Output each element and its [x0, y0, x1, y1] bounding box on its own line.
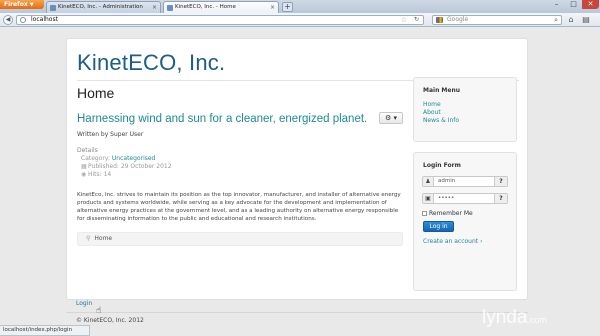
new-tab-button[interactable]: +: [282, 2, 293, 12]
details-hits: ◉ Hits: 14: [81, 171, 111, 178]
hits-text: Hits: 14: [88, 171, 112, 178]
watermark-suffix: .com: [527, 315, 547, 325]
reload-icon[interactable]: ↻: [414, 16, 419, 24]
menu-item-home[interactable]: Home: [423, 101, 441, 108]
google-icon: [436, 17, 443, 23]
watermark-text: lynda: [482, 307, 528, 328]
favicon-icon: [167, 5, 173, 11]
bookmark-star-icon[interactable]: ☆: [401, 16, 407, 24]
favicon-icon: [50, 5, 56, 11]
user-icon: ♟: [423, 177, 434, 186]
password-value: •••••: [438, 195, 455, 201]
location-pin-icon: ⚲: [86, 235, 91, 242]
remember-label: Remember Me: [429, 210, 473, 217]
main-menu-module: Main Menu Home About News & Info: [413, 77, 517, 142]
breadcrumb-home[interactable]: Home: [94, 235, 112, 242]
details-label: Details: [77, 147, 98, 154]
main-menu-title: Main Menu: [423, 87, 461, 94]
home-icon[interactable]: ⌂: [566, 15, 576, 25]
calendar-icon: ▦: [81, 163, 87, 170]
tab-home[interactable]: KinetECO, Inc. - Home ×: [163, 1, 279, 13]
browser-titlebar: Firefox ▼ KinetECO, Inc. - Administration…: [0, 0, 600, 13]
login-button[interactable]: Log in: [423, 221, 454, 232]
menu-item-about[interactable]: About: [423, 109, 441, 116]
url-bar[interactable]: localhost ☆ ↻: [16, 15, 424, 25]
published-text: Published: 29 October 2012: [88, 163, 172, 170]
content-card: KinetECO, Inc. Home Harnessing wind and …: [66, 38, 528, 300]
browser-navbar: ◀ localhost ☆ ↻ Google ⌕ ⌂ ▤: [0, 13, 600, 27]
page-viewport: KinetECO, Inc. Home Harnessing wind and …: [0, 28, 600, 336]
tab-label: KinetECO, Inc. - Administration: [58, 4, 143, 10]
eye-icon: ◉: [81, 171, 87, 178]
close-tab-icon[interactable]: ×: [152, 2, 157, 13]
page-heading: Home: [77, 85, 115, 101]
login-form-module: Login Form ♟ admin ? ▣ ••••• ? Remember …: [413, 152, 517, 291]
minimize-button[interactable]: –: [548, 0, 565, 9]
help-icon[interactable]: ?: [494, 177, 507, 186]
username-value: admin: [438, 178, 456, 184]
footer-divider: [66, 312, 528, 313]
firefox-menu-button[interactable]: Firefox ▼: [0, 0, 44, 9]
copyright: © KinetECO, Inc. 2012: [76, 317, 144, 324]
category-link[interactable]: Uncategorised: [112, 155, 155, 162]
article-tools-button[interactable]: ⚙ ▾: [379, 112, 403, 124]
username-field[interactable]: ♟ admin ?: [422, 176, 508, 187]
search-input[interactable]: Google ⌕: [432, 15, 562, 25]
details-published: ▦Published: 29 October 2012: [81, 163, 172, 170]
article-body: KinetEco, Inc. strives to maintain its p…: [77, 192, 401, 222]
lynda-watermark: lynda.com: [482, 307, 547, 329]
site-title[interactable]: KinetECO, Inc.: [77, 50, 225, 76]
close-tab-icon[interactable]: ×: [270, 2, 275, 13]
chevron-right-icon: ›: [480, 238, 483, 245]
search-icon[interactable]: ⌕: [554, 16, 558, 24]
globe-icon: [20, 17, 26, 23]
details-category: Category: Uncategorised: [81, 155, 155, 162]
login-form-title: Login Form: [423, 162, 461, 169]
category-prefix: Category:: [81, 155, 112, 162]
password-field[interactable]: ▣ ••••• ?: [422, 193, 508, 204]
remember-me[interactable]: Remember Me: [422, 210, 473, 217]
article-author: Written by Super User: [77, 131, 144, 138]
status-bar: localhost/index.php/login: [0, 325, 90, 336]
search-placeholder: Google: [447, 16, 469, 23]
menu-item-news[interactable]: News & Info: [423, 117, 459, 124]
create-account-link[interactable]: Create an account ›: [423, 238, 482, 245]
tab-label: KinetECO, Inc. - Home: [175, 4, 236, 10]
create-account-label: Create an account: [423, 238, 479, 245]
help-icon[interactable]: ?: [494, 194, 507, 203]
url-text: localhost: [31, 16, 58, 23]
breadcrumb: ⚲ Home: [77, 232, 403, 246]
footer-login-link[interactable]: Login: [76, 300, 92, 307]
tab-administration[interactable]: KinetECO, Inc. - Administration ×: [46, 1, 161, 13]
downloads-icon[interactable]: ▤: [581, 15, 591, 25]
maximize-button[interactable]: □: [565, 0, 582, 9]
remember-checkbox[interactable]: [422, 211, 427, 216]
close-window-button[interactable]: ✕: [582, 0, 599, 9]
hand-cursor-icon: ☝: [96, 306, 102, 316]
lock-icon: ▣: [423, 194, 434, 203]
article-title: Harnessing wind and sun for a cleaner, e…: [77, 113, 368, 125]
back-arrow-icon[interactable]: ◀: [3, 15, 13, 25]
